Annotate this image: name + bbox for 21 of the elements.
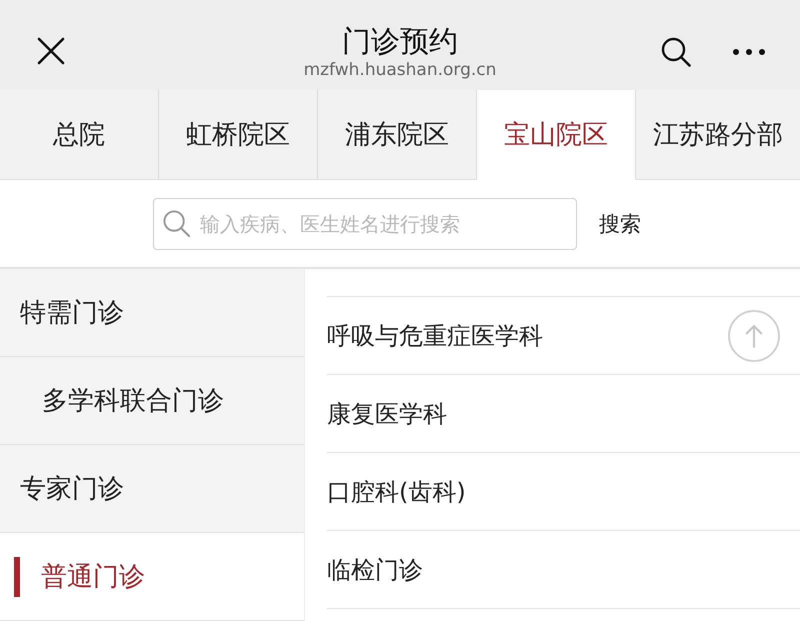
- sidebar-item[interactable]: 普通门诊: [0, 533, 304, 621]
- search-icon: [163, 210, 190, 236]
- campus-tab[interactable]: 总院: [0, 90, 159, 180]
- selection-bar: [14, 556, 20, 596]
- page-title: 门诊预约: [342, 24, 458, 58]
- sidebar-item[interactable]: 特需门诊: [0, 269, 304, 357]
- search-button[interactable]: 搜索: [599, 210, 641, 238]
- department-item[interactable]: 康复医学科: [327, 374, 800, 452]
- search-icon[interactable]: [661, 37, 691, 67]
- sidebar-item[interactable]: 多学科联合门诊: [0, 357, 304, 445]
- department-item[interactable]: 口腔科(齿科): [327, 452, 800, 530]
- campus-tab[interactable]: 虹桥院区: [159, 90, 318, 180]
- search-field[interactable]: 输入疾病、医生姓名进行搜索: [153, 198, 577, 250]
- sidebar-item-label: 普通门诊: [41, 561, 145, 594]
- campus-tab[interactable]: 宝山院区: [477, 90, 636, 180]
- page-url: mzfwh.huashan.org.cn: [304, 60, 496, 80]
- up-arrow-icon: [745, 324, 763, 348]
- more-icon[interactable]: [733, 49, 765, 55]
- campus-tab[interactable]: 浦东院区: [318, 90, 477, 180]
- close-icon[interactable]: [37, 37, 65, 65]
- department-item[interactable]: 临检门诊: [327, 530, 800, 609]
